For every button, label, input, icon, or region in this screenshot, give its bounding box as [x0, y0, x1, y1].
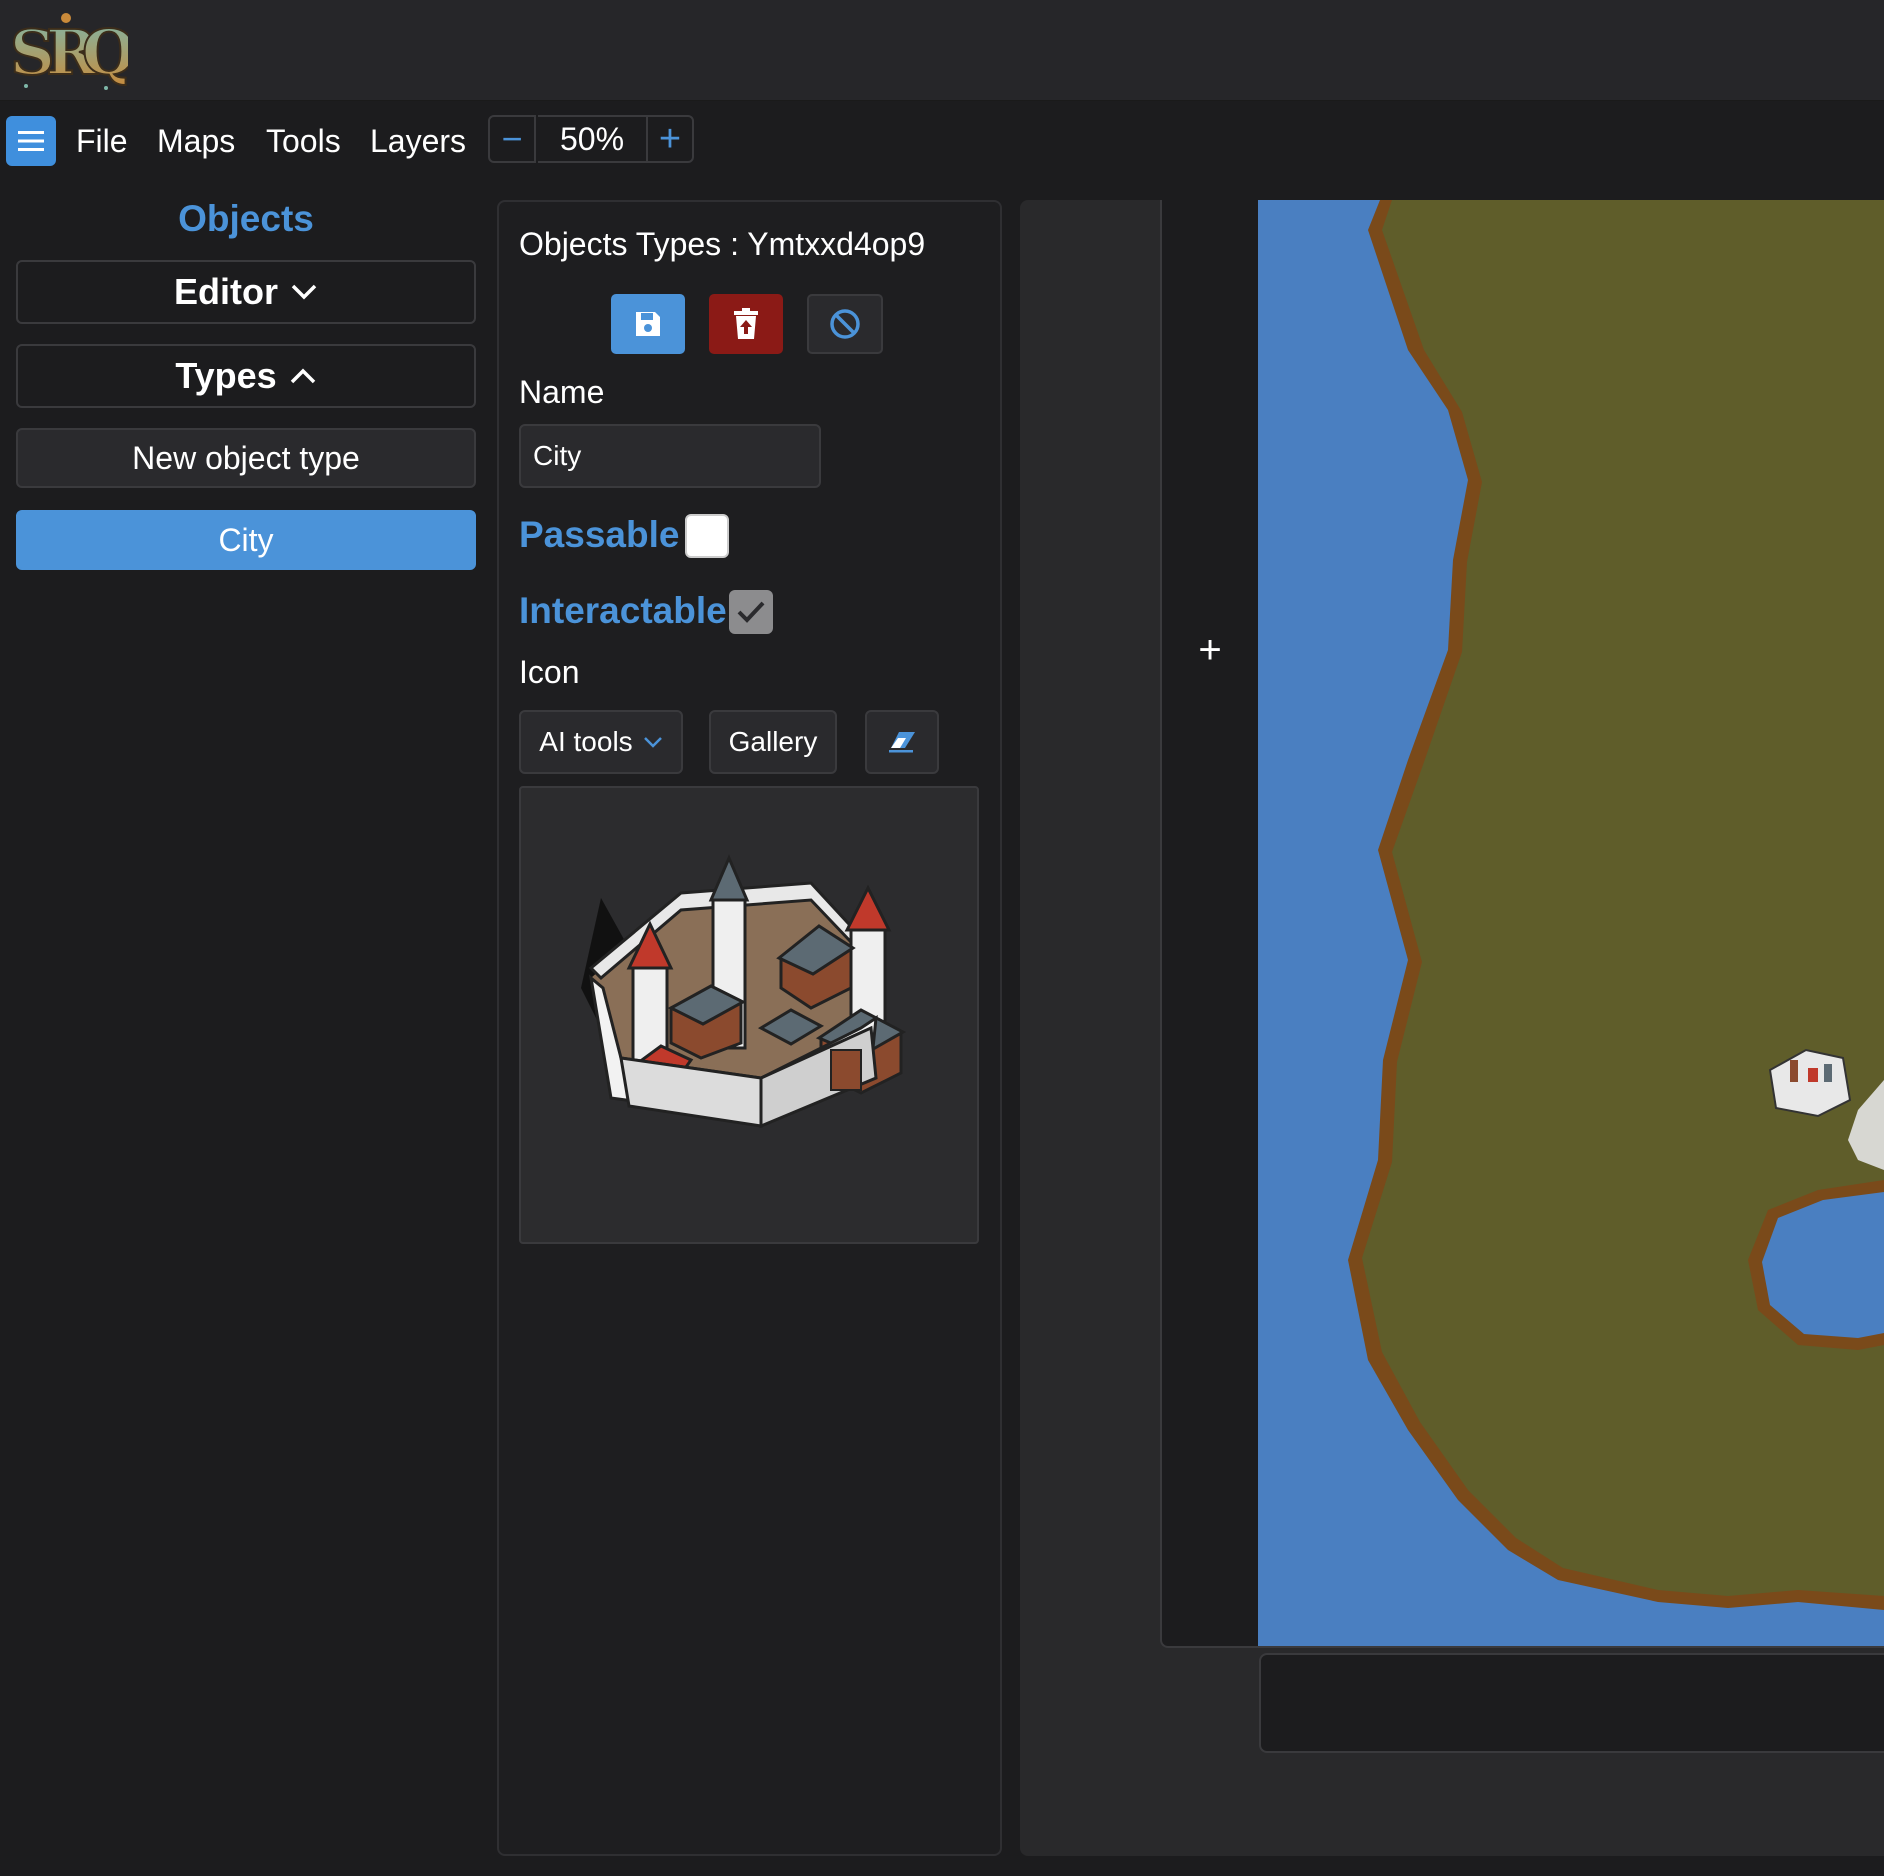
- chevron-up-icon: [290, 368, 315, 384]
- icon-label: Icon: [519, 654, 580, 690]
- zoom-level: 50%: [538, 115, 646, 163]
- add-column-button[interactable]: +: [1190, 630, 1230, 670]
- gallery-button[interactable]: Gallery: [709, 710, 837, 774]
- passable-label: Passable: [519, 514, 680, 555]
- interactable-label: Interactable: [519, 590, 727, 631]
- editor-toggle-button[interactable]: Editor: [16, 260, 476, 324]
- save-icon: [636, 312, 660, 336]
- types-toggle-button[interactable]: Types: [16, 344, 476, 408]
- name-input[interactable]: [519, 424, 821, 488]
- panel-heading: Objects: [178, 198, 314, 239]
- zoom-out-button[interactable]: −: [488, 115, 536, 163]
- map-footer-panel: [1259, 1653, 1884, 1753]
- chevron-down-icon: [643, 737, 662, 748]
- menu-layers[interactable]: Layers: [366, 116, 470, 166]
- save-button[interactable]: [611, 294, 685, 354]
- icon-preview: [519, 786, 979, 1244]
- title-bar: S R Q: [0, 0, 1884, 101]
- plus-icon: +: [658, 118, 682, 160]
- map-canvas[interactable]: [1258, 200, 1884, 1646]
- svg-text:Q: Q: [82, 16, 128, 89]
- editor-label: Editor: [174, 271, 278, 312]
- menu-maps[interactable]: Maps: [153, 116, 239, 166]
- trash-arrow-up-icon: [734, 308, 758, 339]
- srq-logo: S R Q: [9, 13, 128, 90]
- plus-icon: +: [1198, 628, 1222, 672]
- ai-tools-dropdown[interactable]: AI tools: [519, 710, 683, 774]
- menu-file[interactable]: File: [72, 116, 132, 166]
- type-item-city[interactable]: City: [16, 510, 476, 570]
- name-label: Name: [519, 374, 605, 410]
- editor-title: Objects Types : Ymtxxd4op9: [519, 226, 926, 262]
- eraser-icon: [889, 732, 915, 753]
- passable-checkbox[interactable]: [685, 514, 729, 558]
- minus-icon: −: [501, 118, 523, 159]
- walled-city-icon: [581, 854, 907, 1129]
- menu-bar: File Maps Tools Layers − 50% +: [0, 100, 1884, 180]
- types-label: Types: [175, 355, 277, 396]
- zoom-in-button[interactable]: +: [646, 115, 694, 163]
- ai-tools-label: AI tools: [539, 726, 633, 757]
- hamburger-icon: [18, 131, 44, 151]
- eraser-button[interactable]: [865, 710, 939, 774]
- delete-button[interactable]: [709, 294, 783, 354]
- ban-icon: [830, 309, 860, 339]
- hamburger-menu-button[interactable]: [6, 116, 56, 166]
- menu-tools[interactable]: Tools: [262, 116, 345, 166]
- chevron-down-icon: [291, 284, 317, 300]
- object-type-editor: Objects Types : Ymtxxd4op9 Name Passable…: [497, 200, 1002, 1856]
- new-object-type-button[interactable]: New object type: [16, 428, 476, 488]
- cancel-button[interactable]: [807, 294, 883, 354]
- checkmark-icon: [737, 601, 765, 623]
- interactable-checkbox[interactable]: [729, 590, 773, 634]
